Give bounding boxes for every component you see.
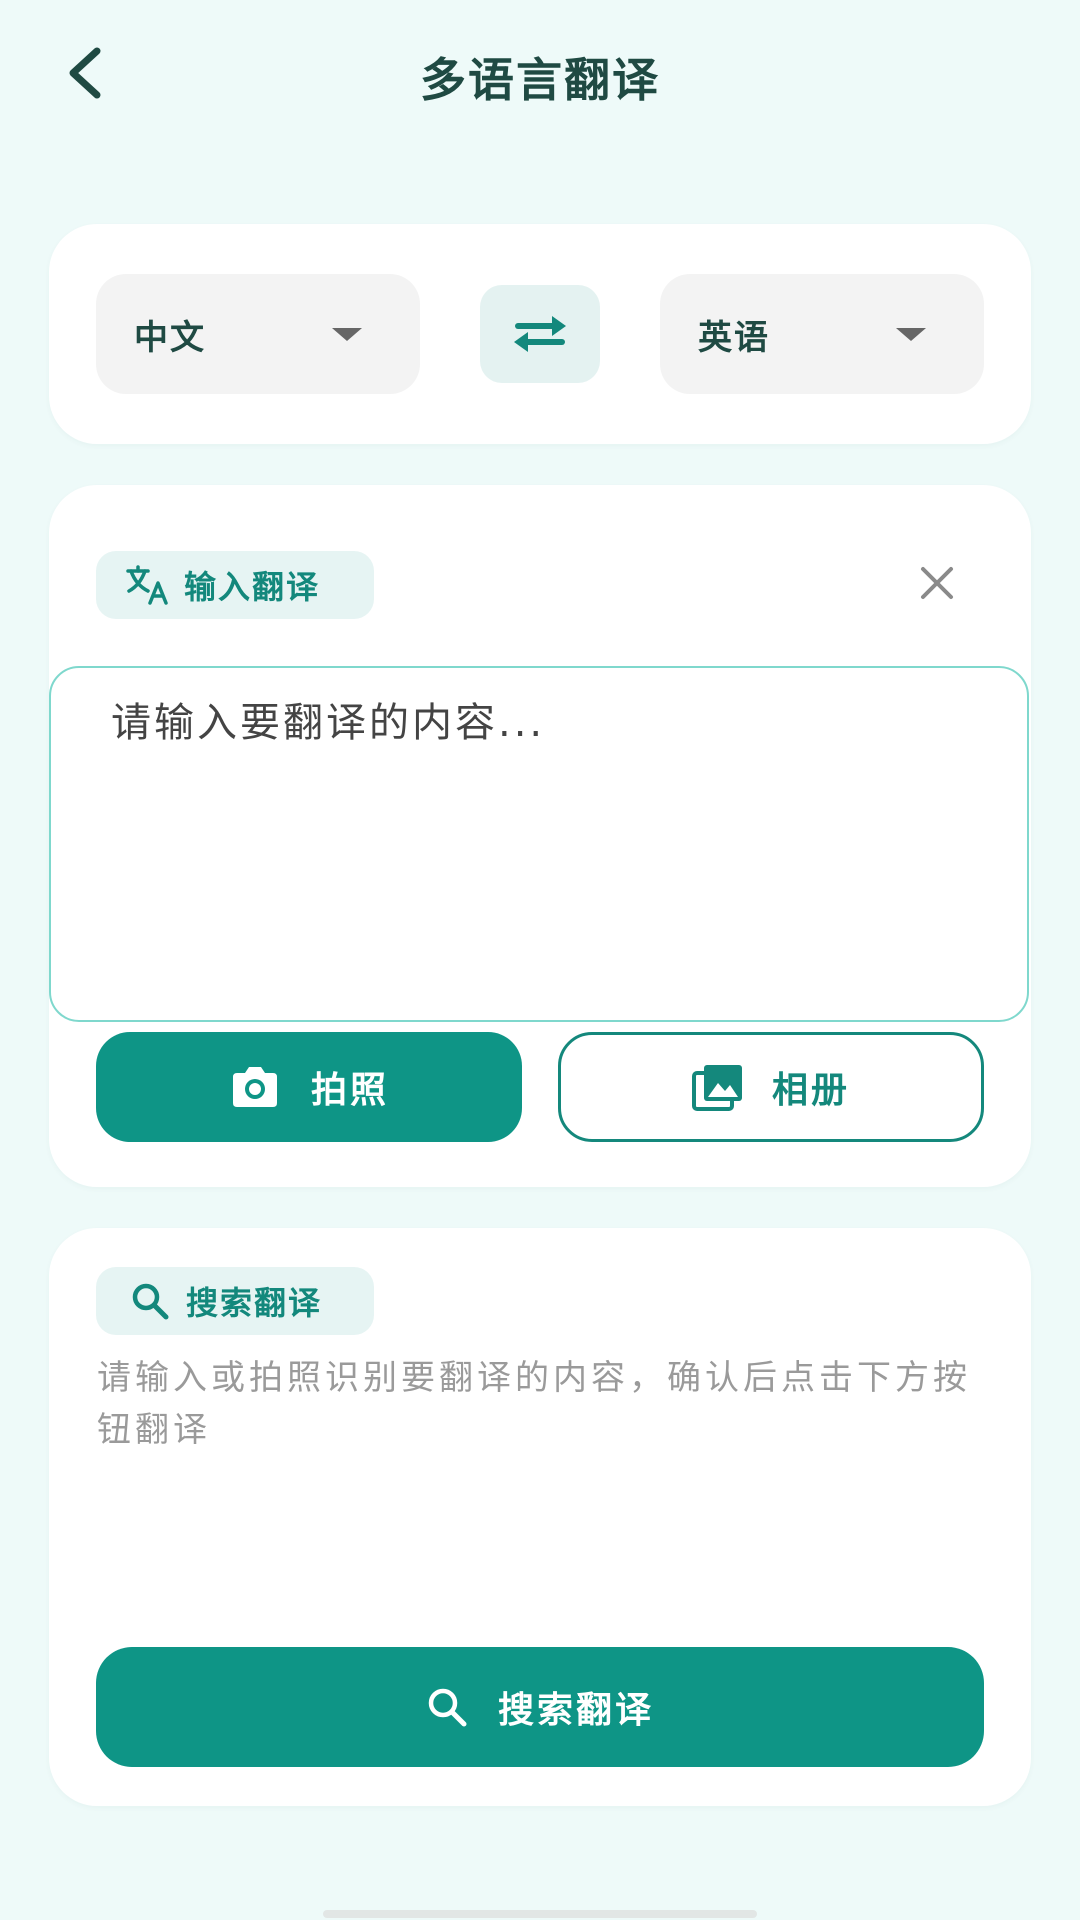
clear-input-button[interactable] (912, 558, 962, 608)
app-header: 多语言翻译 (0, 0, 1080, 150)
target-language-select[interactable]: 英语 (660, 274, 984, 394)
source-language-label: 中文 (134, 317, 206, 358)
search-translate-chip: 搜索翻译 (96, 1267, 374, 1335)
source-language-select[interactable]: 中文 (96, 274, 420, 394)
swap-languages-button[interactable] (480, 285, 600, 383)
camera-icon (232, 1067, 277, 1107)
target-language-label: 英语 (698, 317, 770, 358)
translate-icon (126, 565, 168, 605)
search-hint-text: 请输入或拍照识别要翻译的内容，确认后点击下方按钮翻译 (97, 1358, 971, 1450)
translation-input[interactable] (49, 666, 1029, 1022)
input-translate-label: 输入翻译 (184, 568, 321, 606)
album-button-label: 相册 (771, 1070, 850, 1111)
album-button[interactable]: 相册 (558, 1032, 984, 1142)
chevron-down-icon (332, 328, 362, 341)
input-translate-chip: 输入翻译 (96, 551, 374, 619)
camera-button[interactable]: 拍照 (96, 1032, 522, 1142)
close-icon (921, 567, 953, 599)
swap-arrows-icon (514, 316, 566, 352)
search-icon (428, 1688, 467, 1727)
home-indicator[interactable] (323, 1910, 757, 1918)
search-translate-button[interactable]: 搜索翻译 (96, 1647, 984, 1767)
search-translate-label: 搜索翻译 (186, 1284, 323, 1322)
search-button-label: 搜索翻译 (497, 1690, 654, 1731)
camera-button-label: 拍照 (310, 1070, 389, 1111)
photo-library-icon (691, 1065, 742, 1111)
search-icon (132, 1283, 169, 1320)
page-title: 多语言翻译 (420, 53, 660, 107)
chevron-down-icon (896, 328, 926, 341)
